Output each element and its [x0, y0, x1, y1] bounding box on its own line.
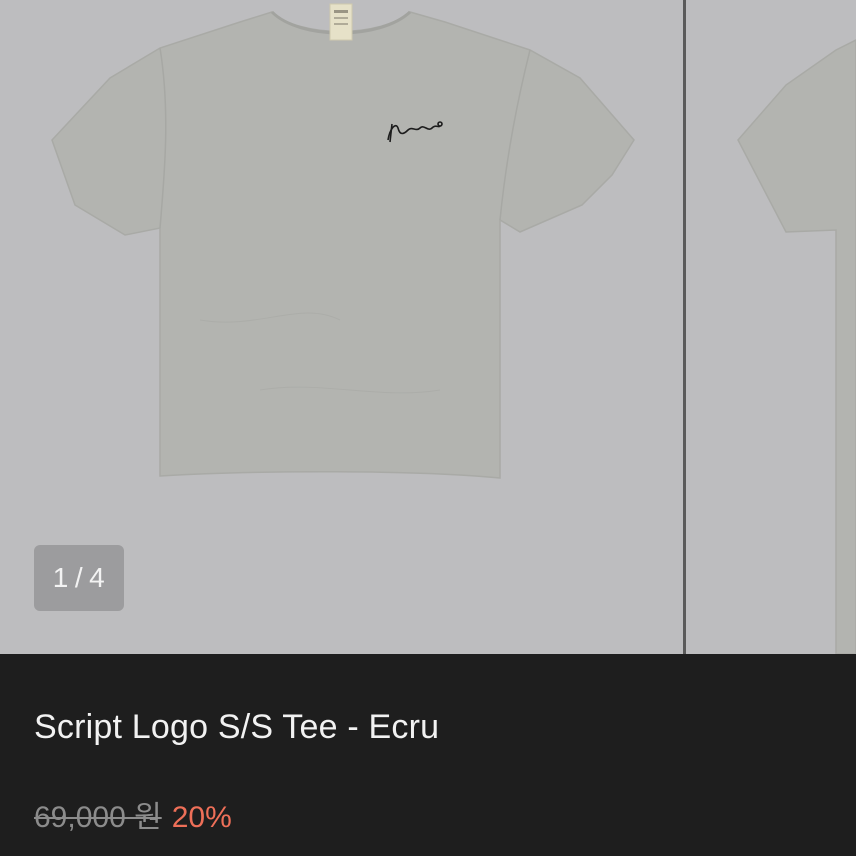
product-page: 1 / 4 Script Logo S/S Tee - Ecru 69,000 …	[0, 0, 856, 856]
price-row: 69,000 원 20%	[34, 792, 232, 836]
counter-total: 4	[89, 562, 106, 593]
gallery-slide-1[interactable]: 1 / 4	[0, 0, 683, 654]
discount-rate: 20%	[171, 801, 232, 834]
image-counter: 1 / 4	[34, 545, 124, 611]
counter-current: 1	[52, 562, 69, 593]
product-title[interactable]: Script Logo S/S Tee - Ecru	[34, 708, 439, 747]
original-price: 69,000 원	[34, 801, 162, 834]
gallery-slide-2[interactable]	[686, 0, 856, 654]
product-image-tshirt-next	[737, 39, 856, 654]
counter-separator: /	[74, 562, 84, 593]
image-gallery[interactable]: 1 / 4	[0, 0, 856, 654]
